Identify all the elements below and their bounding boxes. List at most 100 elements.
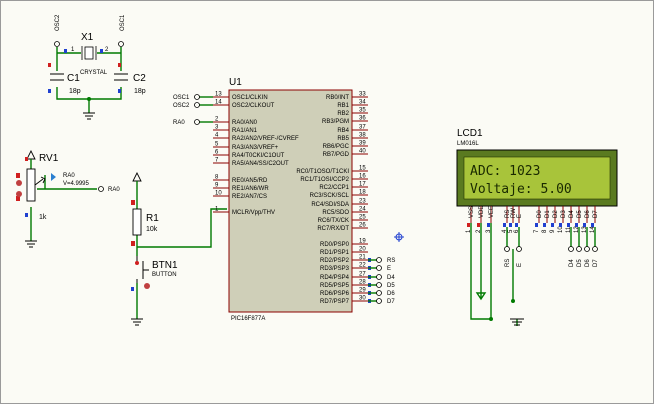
mcu-pin-name: RD5/PSP5 bbox=[320, 283, 350, 289]
mcu-pin-name: RD3/PSP3 bbox=[320, 266, 350, 272]
osc1-terminal[interactable] bbox=[118, 41, 124, 47]
mcu-pin-num: 39 bbox=[359, 141, 366, 147]
mcu-net-terminal[interactable] bbox=[376, 265, 382, 271]
lcd-net-terminal[interactable] bbox=[584, 246, 590, 252]
pot-body[interactable] bbox=[26, 168, 36, 202]
mcu-pin-num: 10 bbox=[215, 191, 222, 197]
osc1-net-rot: OSC1 bbox=[120, 14, 126, 31]
mcu-pin-name: RC7/RX/DT bbox=[317, 226, 349, 232]
mcu-pin-name: RA1/AN1 bbox=[232, 128, 258, 134]
lcd-net-terminal[interactable] bbox=[592, 246, 598, 252]
lcd-net-terminal[interactable] bbox=[576, 246, 582, 252]
lcd-pin-num: 8 bbox=[542, 229, 548, 233]
r1-body[interactable] bbox=[132, 208, 142, 236]
c1-value: 18p bbox=[69, 88, 81, 95]
button-symbol[interactable] bbox=[136, 256, 149, 283]
mcu-pin-num: 19 bbox=[359, 239, 366, 245]
mcu-pin-name: RD6/PSP6 bbox=[320, 291, 350, 297]
crystal-type: CRYSTAL bbox=[80, 70, 108, 76]
lcd-net-label: D4 bbox=[569, 259, 575, 267]
lcd-pin-name: E bbox=[517, 214, 523, 218]
mcu-pin-num: 22 bbox=[359, 263, 366, 269]
mcu-part: PIC16F877A bbox=[231, 316, 265, 322]
mcu-pin-num: 36 bbox=[359, 116, 366, 122]
osc2-terminal[interactable] bbox=[54, 41, 60, 47]
mcu-pin-num: 16 bbox=[359, 174, 366, 180]
mcu-pin-num: 30 bbox=[359, 296, 366, 302]
pot-probe-net: RA0 bbox=[63, 173, 75, 179]
mcu-pin-num: 24 bbox=[359, 207, 366, 213]
mcu-pin-name: RE1/AN6/WR bbox=[232, 186, 269, 192]
lcd-line2: Voltaje: 5.00 bbox=[470, 182, 572, 197]
mcu-pin-name: RA0/AN0 bbox=[232, 120, 258, 126]
lcd-pin-name: D2 bbox=[553, 210, 559, 218]
r1-vcc-arrow bbox=[132, 171, 142, 182]
mcu-pin-num: 17 bbox=[359, 182, 366, 188]
mcu-pin-name: OSC1/CLKIN bbox=[232, 95, 268, 101]
lcd-pin-state bbox=[567, 223, 570, 227]
mcu-pin-name: RD2/PSP2 bbox=[320, 258, 350, 264]
lcd-pin-state bbox=[559, 223, 562, 227]
lcd-pins: VSS1VDD2VEE3RS4RW5E6D07D18D29D310D411D51… bbox=[466, 205, 599, 267]
lcd-pin-state bbox=[515, 223, 518, 227]
mcu-net-terminal[interactable] bbox=[376, 298, 382, 304]
schematic-svg: OSC2 OSC1 X1 1 2 CRYSTAL C1 18p C2 18p R… bbox=[16, 14, 618, 326]
mcu-pin-name: RE2/AN7/CS bbox=[232, 194, 267, 200]
mcu-pin-num: 14 bbox=[215, 100, 222, 106]
mcu-net-terminal[interactable] bbox=[194, 119, 200, 125]
pot-probe-reading: V=4.9995 bbox=[63, 181, 90, 187]
mcu-pin-num: 37 bbox=[359, 125, 366, 131]
mcu-pin-name: RA2/AN2/VREF-/CVREF bbox=[232, 136, 299, 142]
mcu-net-terminal[interactable] bbox=[376, 290, 382, 296]
lcd-section: LCD1 LM016L ADC: 1023 Voltaje: 5.00 VSS1… bbox=[456, 128, 618, 326]
mcu-pin-num: 38 bbox=[359, 133, 366, 139]
mcu-net-label: RA0 bbox=[173, 120, 185, 126]
mcu-net-terminal[interactable] bbox=[194, 94, 200, 100]
mcu-pin-num: 40 bbox=[359, 149, 366, 155]
mcu-pin-name: RB1 bbox=[337, 103, 349, 109]
ra0-net-terminal[interactable] bbox=[98, 186, 104, 192]
mcu-pin-num: 28 bbox=[359, 280, 366, 286]
lcd-pin-state bbox=[535, 223, 538, 227]
lcd-pin-name: D1 bbox=[545, 210, 551, 218]
button-ref: BTN1 bbox=[152, 260, 178, 271]
crystal-body[interactable] bbox=[84, 46, 94, 60]
ground-symbol-pot bbox=[25, 240, 37, 248]
mcu-net-terminal[interactable] bbox=[194, 102, 200, 108]
mcu-net-terminal[interactable] bbox=[376, 257, 382, 263]
mcu-net-terminal[interactable] bbox=[376, 282, 382, 288]
lcd-pin-name: D7 bbox=[593, 210, 599, 218]
lcd-pin-state bbox=[487, 223, 490, 227]
schematic-canvas[interactable]: OSC2 OSC1 X1 1 2 CRYSTAL C1 18p C2 18p R… bbox=[0, 0, 654, 404]
mcu-pin-name: RA4/T0CKI/C1OUT bbox=[232, 153, 285, 159]
lcd-net-terminal[interactable] bbox=[504, 246, 510, 252]
mcu-pin-name: RD4/PSP4 bbox=[320, 275, 350, 281]
lcd-net-label: D6 bbox=[585, 259, 591, 267]
mcu-pin-name: RC5/SDO bbox=[322, 210, 349, 216]
mcu-ref: U1 bbox=[229, 77, 242, 88]
mcu-pin-name: RA5/AN4/SS/C2OUT bbox=[232, 161, 289, 167]
c1-ref: C1 bbox=[67, 73, 80, 84]
lcd-pin-name: D5 bbox=[577, 210, 583, 218]
lcd-part: LM016L bbox=[457, 141, 479, 147]
mcu-pin-num: 20 bbox=[359, 247, 366, 253]
lcd-line1: ADC: 1023 bbox=[470, 164, 540, 179]
lcd-pin-name: D6 bbox=[585, 210, 591, 218]
mcu-pin-num: 26 bbox=[359, 223, 366, 229]
mcu-pin-name: RC0/T1OSO/T1CKI bbox=[296, 169, 349, 175]
pot-vcc-arrow bbox=[26, 149, 36, 160]
r1-ref: R1 bbox=[146, 213, 159, 224]
lcd-pin-name: D4 bbox=[569, 210, 575, 218]
mcu-pin-num: 18 bbox=[359, 190, 366, 196]
mcu-pin-name: OSC2/CLKOUT bbox=[232, 103, 275, 109]
mcu-net-label: D4 bbox=[387, 275, 395, 281]
crystal-pin1: 1 bbox=[71, 47, 75, 53]
ground-symbol-btn bbox=[131, 318, 143, 326]
ra0-net-label: RA0 bbox=[108, 187, 120, 193]
mcu-section: U1 PIC16F877A 13 OSC1/CLKIN OSC1 14 OSC2/CLK… bbox=[173, 77, 395, 322]
lcd-net-terminal[interactable] bbox=[516, 246, 522, 252]
mcu-net-label: D7 bbox=[387, 299, 395, 305]
lcd-net-terminal[interactable] bbox=[568, 246, 574, 252]
mcu-net-terminal[interactable] bbox=[376, 274, 382, 280]
lcd-ref: LCD1 bbox=[457, 128, 483, 139]
